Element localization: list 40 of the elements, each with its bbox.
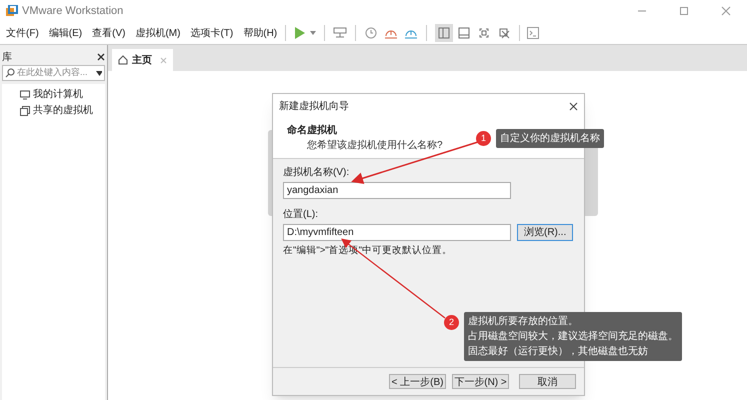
tree-item[interactable]: 我的计算机 [33, 87, 83, 102]
home-icon [118, 55, 128, 65]
window-title: VMware Workstation [22, 4, 124, 19]
tab-label: 主页 [132, 53, 152, 68]
search-icon [5, 68, 15, 78]
field-label: 位置(L): [283, 208, 319, 222]
sidebar-view-icon[interactable] [435, 24, 454, 42]
maximize-icon[interactable] [679, 6, 689, 16]
page-heading: 命名虚拟机 [287, 124, 337, 138]
monitor-icon [20, 90, 30, 100]
menu-item[interactable]: 文件(F) [6, 26, 39, 40]
menu-item[interactable]: 虚拟机(M) [135, 26, 180, 40]
cancel-button[interactable]: 取消 [519, 374, 576, 389]
close-icon[interactable] [569, 102, 578, 110]
callout-text: 固态最好（运行更快），其他磁盘也无妨 [468, 344, 649, 359]
browse-button[interactable]: 浏览(R)... [517, 224, 574, 241]
shared-vm-icon [20, 106, 30, 116]
callout-text: 自定义你的虚拟机名称 [500, 132, 600, 146]
input-field[interactable]: D:\myvmfifteen [283, 224, 511, 241]
page-subtitle: 您希望该虚拟机使用什么名称? [306, 138, 443, 153]
tab[interactable]: 主页 [112, 49, 173, 71]
menu-item[interactable]: 查看(V) [92, 26, 126, 40]
console-icon[interactable] [526, 26, 540, 40]
tree-item[interactable]: 共享的虚拟机 [33, 103, 93, 118]
menu-item[interactable]: 选项卡(T) [190, 26, 234, 40]
play-icon[interactable] [294, 27, 306, 39]
menu-item[interactable]: 帮助(H) [243, 26, 278, 40]
back-button[interactable]: < 上一步(B) [389, 374, 446, 389]
input-field[interactable]: yangdaxian [283, 182, 511, 199]
app-logo-icon [6, 5, 18, 17]
callout-text: 虚拟机所要存放的位置。 [468, 314, 579, 329]
menu-item[interactable]: 编辑(E) [48, 26, 82, 40]
next-button[interactable]: 下一步(N) > [452, 374, 509, 389]
close-icon[interactable] [97, 53, 105, 61]
callout-text: 占用磁盘空间较大，建议选择空间充足的磁盘。 [468, 330, 678, 344]
field-label: 虚拟机名称(V): [283, 166, 350, 180]
dropdown-caret-icon[interactable] [96, 70, 102, 76]
search-field[interactable]: 在此处键入内容... [2, 65, 105, 81]
library-title: 库 [2, 50, 12, 64]
dialog-title: 新建虚拟机向导 [279, 100, 349, 114]
